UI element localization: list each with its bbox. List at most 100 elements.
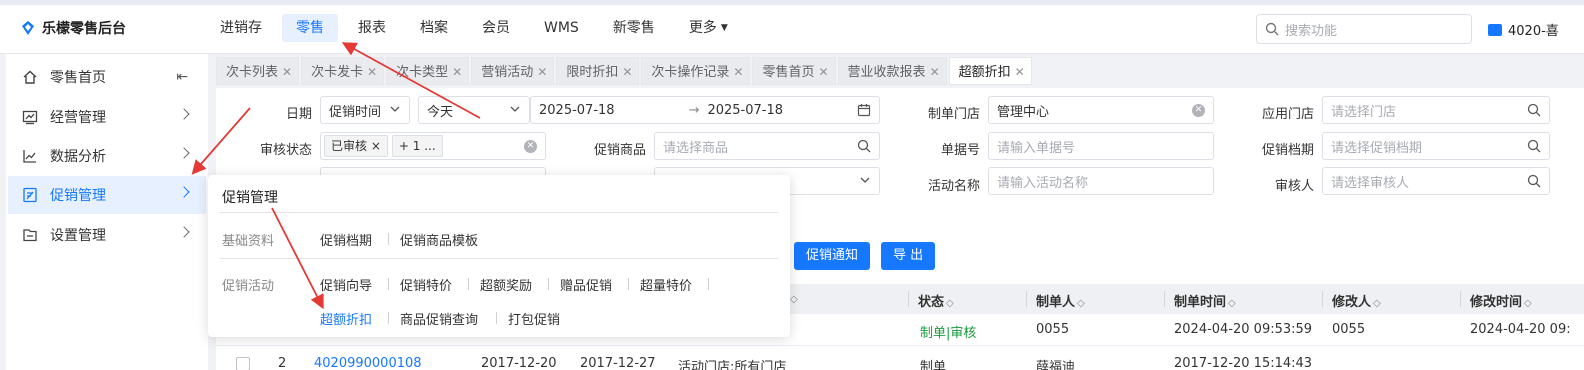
column-divider: [908, 291, 909, 307]
activity-name-input[interactable]: 请输入活动名称: [988, 167, 1214, 195]
row-checkbox[interactable]: [236, 357, 250, 370]
close-icon[interactable]: ✕: [622, 65, 632, 79]
sidebar-label: 零售首页: [50, 70, 106, 86]
menu-item-goods-promo-query[interactable]: 商品促销查询: [400, 309, 478, 328]
top-bar: 乐檬零售后台 进销存 零售 报表 档案 会员 WMS 新零售 更多 ▼ 搜索功能 …: [0, 0, 1584, 54]
menu-item-bundle-promo[interactable]: 打包促销: [508, 309, 560, 328]
export-button[interactable]: 导 出: [881, 242, 936, 270]
sidebar-item-settings[interactable]: 设置管理: [8, 216, 206, 254]
tab-count-card-type[interactable]: 次卡类型 ✕: [386, 57, 470, 85]
separator: [628, 278, 629, 290]
menu-item-gift-promo[interactable]: 赠品促销: [560, 275, 612, 294]
store-select[interactable]: 管理中心 ✕: [988, 96, 1214, 124]
table-row[interactable]: 2 4020990000108 2017-12-20 2017-12-27 活动…: [216, 348, 1584, 370]
sort-icon: ◇: [1077, 298, 1085, 309]
tab-label: 次卡操作记录: [651, 65, 730, 80]
promo-archive-select[interactable]: 请选择促销档期: [1322, 132, 1550, 160]
menu-item-excess-discount[interactable]: 超额折扣: [320, 309, 372, 328]
sidebar-item-data-analysis[interactable]: 数据分析: [8, 137, 206, 175]
column-header-created[interactable]: 制单时间 ◇: [1174, 291, 1236, 310]
date-type-select[interactable]: 促销时间: [320, 96, 410, 124]
collapse-sidebar-icon[interactable]: ⇤: [176, 69, 188, 85]
audit-chip-more[interactable]: + 1 ...: [391, 135, 443, 157]
tab-count-card-issue[interactable]: 次卡发卡 ✕: [301, 57, 385, 85]
activity-name-label: 活动名称: [927, 179, 980, 194]
promo-notify-button[interactable]: 促销通知: [794, 242, 871, 270]
audit-chip[interactable]: 已审核 ×: [324, 135, 388, 157]
app-logo[interactable]: 乐檬零售后台: [20, 17, 126, 39]
audit-status-select[interactable]: 已审核 × + 1 ... ✕: [320, 132, 546, 160]
nav-item-inventory[interactable]: 进销存: [206, 14, 276, 42]
menu-item-promo-special-price[interactable]: 促销特价: [400, 275, 452, 294]
promo-goods-select[interactable]: 请选择商品: [654, 132, 880, 160]
sidebar-label: 促销管理: [50, 188, 106, 204]
flyout-category-basic: 基础资料: [222, 234, 275, 249]
menu-item-promo-goods-template[interactable]: 促销商品模板: [400, 230, 478, 249]
clear-icon[interactable]: ✕: [1192, 104, 1205, 117]
tab-excess-discount[interactable]: 超额折扣 ✕: [948, 57, 1032, 85]
chevron-down-icon: [860, 177, 870, 183]
menu-item-promo-archive[interactable]: 促销档期: [320, 230, 372, 249]
cell-bill-no[interactable]: 4020990000108: [314, 356, 422, 370]
close-icon[interactable]: ✕: [733, 65, 743, 79]
auditor-select[interactable]: 请选择审核人: [1322, 167, 1550, 195]
bill-no-input[interactable]: 请输入单据号: [988, 132, 1214, 160]
search-icon: [857, 139, 871, 153]
menu-item-excess-reward[interactable]: 超额奖励: [480, 275, 532, 294]
flyout-title: 促销管理: [222, 190, 278, 206]
menu-item-volume-special-price[interactable]: 超量特价: [640, 275, 692, 294]
promo-goods-label: 促销商品: [593, 143, 646, 158]
close-icon[interactable]: ✕: [452, 65, 462, 79]
apply-store-select[interactable]: 请选择门店: [1322, 96, 1550, 124]
promo-archive-label: 促销档期: [1261, 143, 1314, 158]
close-icon[interactable]: ✕: [818, 65, 828, 79]
menu-item-promo-wizard[interactable]: 促销向导: [320, 275, 372, 294]
date-type-value: 促销时间: [329, 104, 382, 120]
tab-flash-discount[interactable]: 限时折扣 ✕: [556, 57, 640, 85]
separator: [548, 278, 549, 290]
function-search-input[interactable]: 搜索功能: [1256, 14, 1472, 44]
tab-retail-home[interactable]: 零售首页 ✕: [752, 57, 836, 85]
chevron-down-icon: [510, 106, 520, 112]
nav-item-retail[interactable]: 零售: [282, 14, 338, 42]
nav-item-more[interactable]: 更多 ▼: [675, 14, 742, 42]
column-header-label: 制单时间: [1174, 295, 1227, 310]
date-end: 2025-07-18: [707, 102, 784, 118]
cell-created: 2017-12-20 15:14:43: [1174, 356, 1313, 370]
tab-revenue-report[interactable]: 营业收款报表 ✕: [837, 57, 947, 85]
nav-item-wms[interactable]: WMS: [530, 14, 593, 42]
auditor-placeholder: 请选择审核人: [1331, 175, 1410, 191]
sidebar-item-promotion[interactable]: 促销管理: [8, 176, 206, 214]
column-header-modifier[interactable]: 修改人 ◇: [1332, 291, 1381, 310]
clear-icon[interactable]: ✕: [524, 140, 537, 153]
tab-count-card-list[interactable]: 次卡列表 ✕: [216, 57, 300, 85]
nav-item-archives[interactable]: 档案: [406, 14, 462, 42]
close-icon[interactable]: ✕: [367, 65, 377, 79]
date-range-select[interactable]: 今天: [418, 96, 530, 124]
bill-no-placeholder: 请输入单据号: [997, 140, 1076, 156]
nav-item-new-retail[interactable]: 新零售: [599, 14, 669, 42]
date-range-picker[interactable]: 2025-07-18 → 2025-07-18: [530, 96, 880, 124]
close-icon[interactable]: ✕: [930, 65, 940, 79]
nav-item-members[interactable]: 会员: [468, 14, 524, 42]
store-value: 管理中心: [997, 104, 1050, 120]
separator: [468, 278, 469, 290]
sidebar-item-operations[interactable]: 经营管理: [8, 98, 206, 136]
sidebar-item-retail-home[interactable]: 零售首页 ⇤: [8, 58, 206, 96]
column-header-modified[interactable]: 修改时间 ◇: [1470, 291, 1532, 310]
close-icon[interactable]: ✕: [537, 65, 547, 79]
column-header-status[interactable]: 状态 ◇: [918, 291, 954, 310]
column-header-creator[interactable]: 制单人 ◇: [1036, 291, 1085, 310]
column-header-label: 修改人: [1332, 295, 1372, 310]
caret-down-icon: ▼: [720, 23, 728, 33]
nav-item-reports[interactable]: 报表: [344, 14, 400, 42]
top-nav: 进销存 零售 报表 档案 会员 WMS 新零售 更多 ▼: [206, 14, 748, 42]
sort-icon[interactable]: ◇: [790, 294, 798, 305]
store-label: 制单门店: [927, 107, 980, 122]
user-menu[interactable]: 4020-喜: [1488, 20, 1559, 39]
close-icon[interactable]: ✕: [282, 65, 292, 79]
tab-card-ops-log[interactable]: 次卡操作记录 ✕: [641, 57, 751, 85]
sort-icon: ◇: [1373, 298, 1381, 309]
close-icon[interactable]: ✕: [1015, 65, 1025, 79]
tab-marketing[interactable]: 营销活动 ✕: [471, 57, 555, 85]
